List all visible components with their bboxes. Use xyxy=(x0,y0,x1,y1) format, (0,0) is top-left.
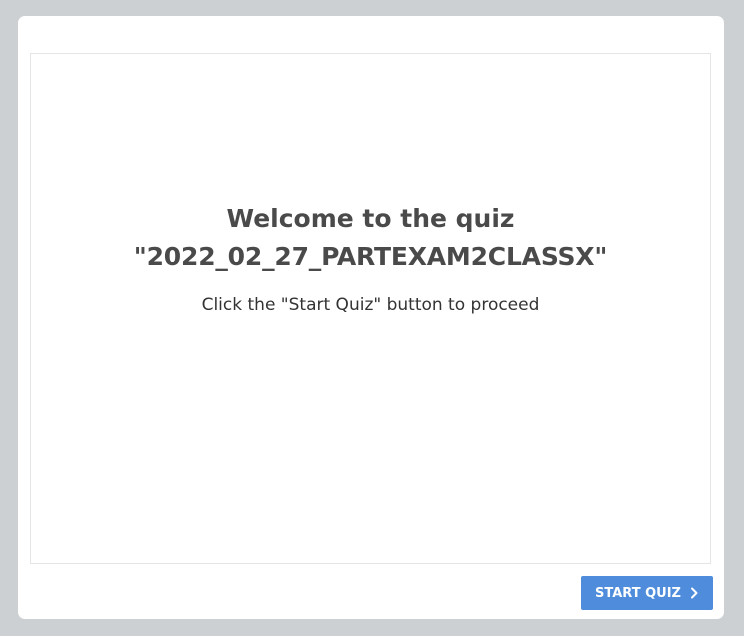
quiz-card: Welcome to the quiz "2022_02_27_PARTEXAM… xyxy=(18,16,724,619)
quiz-title-block: Welcome to the quiz "2022_02_27_PARTEXAM… xyxy=(31,200,710,276)
quiz-intro-panel: Welcome to the quiz "2022_02_27_PARTEXAM… xyxy=(30,53,711,564)
quiz-name: "2022_02_27_PARTEXAM2CLASSX" xyxy=(133,242,608,271)
instruction-text: Click the "Start Quiz" button to proceed xyxy=(201,295,540,315)
start-quiz-button[interactable]: START QUIZ xyxy=(581,576,713,610)
start-quiz-label: START QUIZ xyxy=(595,585,681,601)
chevron-right-icon xyxy=(689,587,699,599)
welcome-heading: Welcome to the quiz xyxy=(226,204,515,233)
